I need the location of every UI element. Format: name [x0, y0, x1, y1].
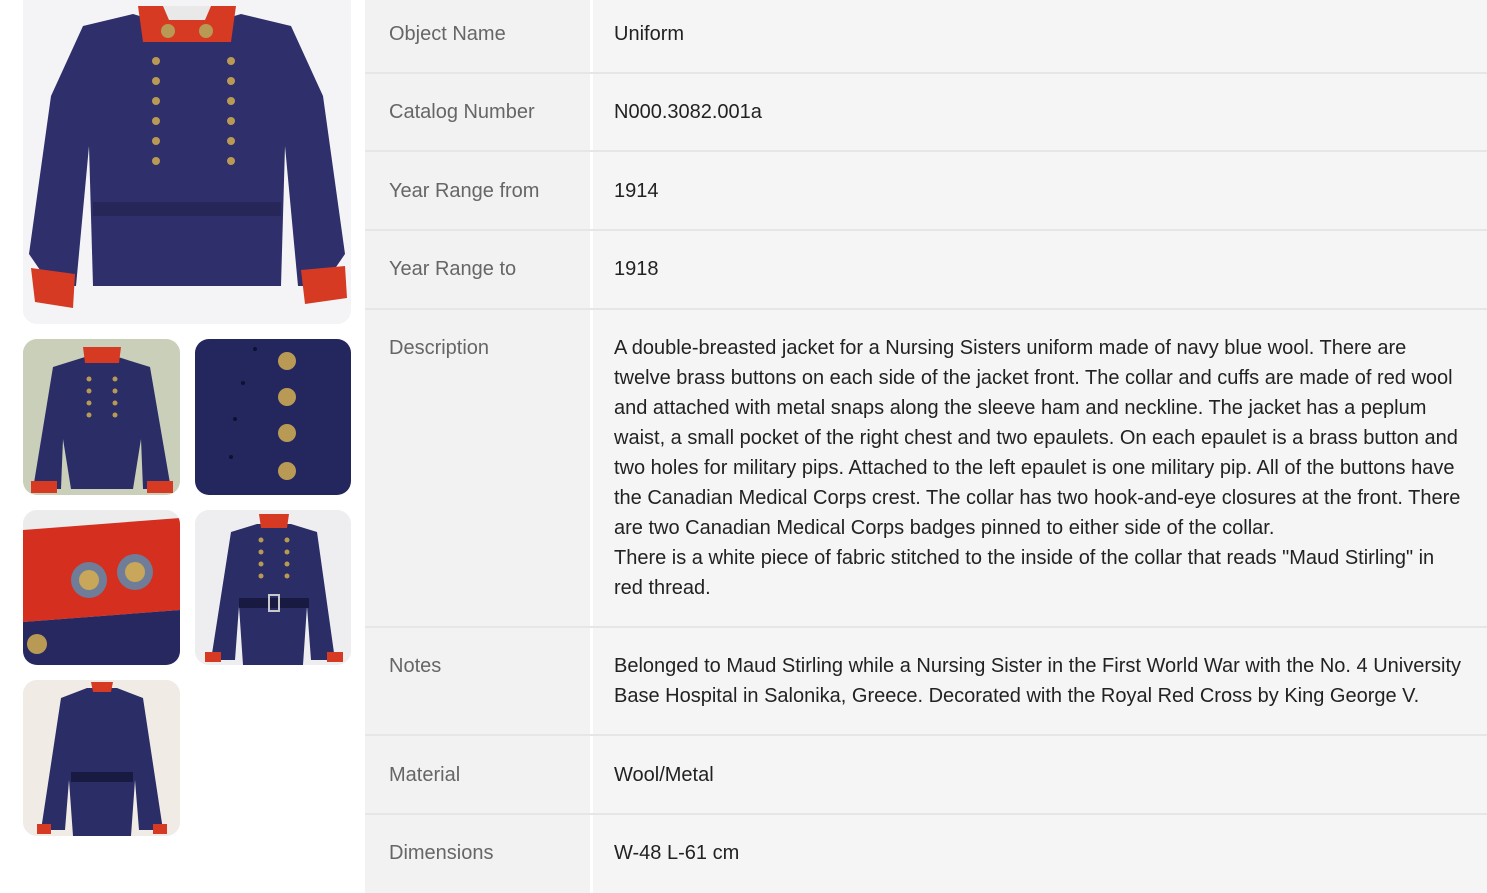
- uniform-belt-image: [195, 510, 351, 665]
- row-year-range-to: Year Range to 1918: [365, 231, 1487, 308]
- year-range-from-label: Year Range from: [365, 152, 590, 229]
- description-note-paragraph: There is a white piece of fabric stitche…: [614, 547, 1435, 599]
- year-range-to-label: Year Range to: [365, 231, 590, 308]
- row-catalog-number: Catalog Number N000.3082.001a: [365, 74, 1487, 150]
- uniform-back-image: [23, 680, 180, 836]
- row-description: Description A double-breasted jacket for…: [365, 310, 1487, 626]
- buttons-detail-image: [195, 339, 351, 495]
- object-name-value: Uniform: [593, 0, 1487, 72]
- object-name-label: Object Name: [365, 0, 590, 72]
- main-photo-jacket-front[interactable]: [23, 0, 351, 324]
- row-object-name: Object Name Uniform: [365, 0, 1487, 72]
- row-material: Material Wool/Metal: [365, 736, 1487, 813]
- year-range-from-value: 1914: [593, 152, 1487, 229]
- thumbnail-uniform-back[interactable]: [23, 680, 180, 836]
- thumbnail-jacket-front[interactable]: [23, 339, 180, 495]
- material-label: Material: [365, 736, 590, 813]
- thumbnail-collar-badges[interactable]: [23, 510, 180, 665]
- thumbnail-buttons-detail[interactable]: [195, 339, 351, 495]
- description-label: Description: [365, 310, 590, 626]
- row-notes: Notes Belonged to Maud Stirling while a …: [365, 628, 1487, 734]
- dimensions-label: Dimensions: [365, 815, 590, 893]
- year-range-to-value: 1918: [593, 231, 1487, 308]
- row-year-range-from: Year Range from 1914: [365, 152, 1487, 229]
- dimensions-value: W-48 L-61 cm: [593, 815, 1487, 893]
- collar-badges-image: [23, 510, 180, 665]
- notes-value: Belonged to Maud Stirling while a Nursin…: [593, 628, 1487, 734]
- thumbnail-uniform-belt[interactable]: [195, 510, 351, 665]
- row-dimensions: Dimensions W-48 L-61 cm: [365, 815, 1487, 893]
- catalog-number-value: N000.3082.001a: [593, 74, 1487, 150]
- record-details-table: Object Name Uniform Catalog Number N000.…: [365, 0, 1487, 893]
- jacket-front-image: [23, 0, 351, 324]
- material-value: Wool/Metal: [593, 736, 1487, 813]
- jacket-thumbnail-image: [23, 339, 180, 495]
- description-paragraph: A double-breasted jacket for a Nursing S…: [614, 337, 1461, 539]
- photo-gallery: [0, 0, 365, 893]
- description-value: A double-breasted jacket for a Nursing S…: [593, 310, 1487, 626]
- catalog-number-label: Catalog Number: [365, 74, 590, 150]
- notes-label: Notes: [365, 628, 590, 734]
